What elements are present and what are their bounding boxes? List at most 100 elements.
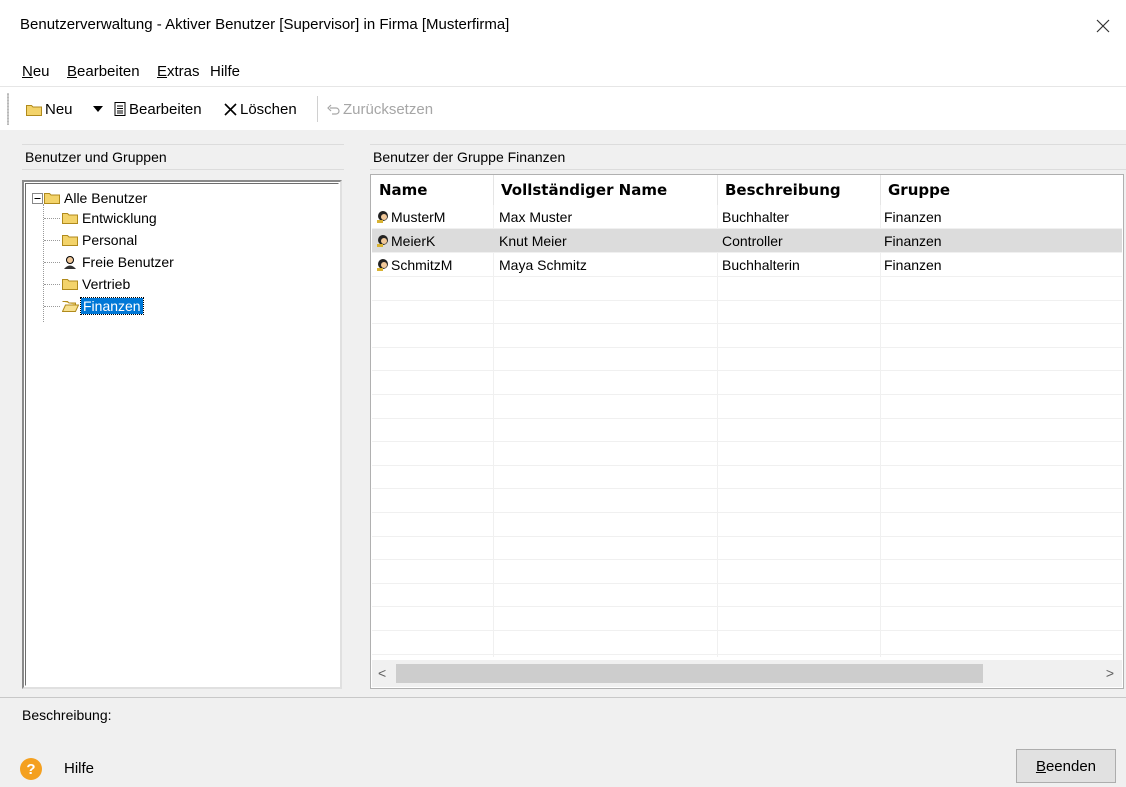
window-title: Benutzerverwaltung - Aktiver Benutzer [S… xyxy=(20,16,510,33)
menu-hilfe[interactable]: Hilfe xyxy=(210,63,240,80)
tree-branch-line xyxy=(44,283,60,285)
tree-node-freie-benutzer[interactable]: Freie Benutzer xyxy=(44,252,176,272)
tree-node-all-users[interactable]: Alle Benutzer xyxy=(32,188,149,208)
toolbar-grip[interactable] xyxy=(7,93,9,125)
cell-name: MusterM xyxy=(376,209,445,225)
empty-table-row xyxy=(372,513,1122,537)
menu-extras-label: xtras xyxy=(167,63,200,80)
title-bar: Benutzerverwaltung - Aktiver Benutzer [S… xyxy=(0,0,1126,52)
menu-bearbeiten-label: earbeiten xyxy=(77,63,140,80)
empty-table-row xyxy=(372,537,1122,561)
empty-table-row xyxy=(372,419,1122,443)
horizontal-scrollbar[interactable]: < > xyxy=(372,660,1122,687)
user-icon xyxy=(64,256,76,269)
tree-inner: Alle Benutzer Entwicklung Personal Freie… xyxy=(25,183,339,686)
empty-table-row xyxy=(372,489,1122,513)
tree-node-entwicklung-label: Entwicklung xyxy=(82,210,157,226)
scrollbar-thumb[interactable] xyxy=(396,664,983,683)
user-list[interactable]: Name Vollständiger Name Beschreibung Gru… xyxy=(370,174,1124,689)
tree-node-personal[interactable]: Personal xyxy=(44,230,139,250)
empty-table-row xyxy=(372,607,1122,631)
folder-icon xyxy=(62,279,78,290)
right-panel-header: Benutzer der Gruppe Finanzen xyxy=(370,144,1126,170)
description-label: Beschreibung: xyxy=(22,707,112,723)
cell-description: Buchhalterin xyxy=(722,257,800,273)
cell-group: Finanzen xyxy=(884,209,942,225)
column-header-description[interactable]: Beschreibung xyxy=(717,175,880,205)
edit-button[interactable]: Bearbeiten xyxy=(114,99,202,119)
cell-full-name: Knut Meier xyxy=(499,233,567,249)
menu-neu-mnemonic: N xyxy=(22,63,33,80)
reset-button-label: Zurücksetzen xyxy=(343,100,434,118)
tree-node-freie-benutzer-label: Freie Benutzer xyxy=(82,254,174,270)
delete-button-label: Löschen xyxy=(240,100,297,118)
cell-name-text: MusterM xyxy=(391,209,446,225)
menu-extras-mnemonic: E xyxy=(157,63,168,80)
cell-name: MeierK xyxy=(376,233,435,249)
tree-node-finanzen[interactable]: Finanzen xyxy=(44,296,144,316)
description-area xyxy=(0,697,1126,747)
help-icon[interactable]: ? xyxy=(20,758,42,780)
empty-table-row xyxy=(372,631,1122,655)
tree-node-finanzen-label: Finanzen xyxy=(80,297,144,315)
table-row[interactable]: SchmitzM Maya Schmitz Buchhalterin Finan… xyxy=(372,253,1122,277)
menu-neu-label: eu xyxy=(32,63,50,80)
document-icon xyxy=(114,102,126,116)
menu-bearbeiten-mnemonic: B xyxy=(67,63,78,80)
cell-name-text: MeierK xyxy=(391,233,436,249)
collapse-icon[interactable] xyxy=(32,192,43,204)
tree-node-vertrieb[interactable]: Vertrieb xyxy=(44,274,132,294)
tree-branch-line xyxy=(44,261,60,263)
group-tree[interactable]: Alle Benutzer Entwicklung Personal Freie… xyxy=(22,180,342,689)
close-window-button[interactable] xyxy=(1080,0,1126,52)
scroll-right-arrow[interactable]: > xyxy=(1106,665,1114,681)
folder-icon xyxy=(26,104,42,116)
help-link[interactable]: Hilfe xyxy=(64,760,94,777)
menu-extras[interactable]: Extras xyxy=(157,63,200,80)
empty-table-row xyxy=(372,301,1122,325)
reset-button[interactable]: Zurücksetzen xyxy=(327,99,433,119)
new-button-label: Neu xyxy=(45,100,73,118)
column-header-full-name[interactable]: Vollständiger Name xyxy=(493,175,717,205)
toolbar-separator xyxy=(317,96,318,122)
empty-table-row xyxy=(372,395,1122,419)
delete-button[interactable]: Löschen xyxy=(224,99,297,119)
tree-branch-line xyxy=(44,239,60,241)
close-button-mnemonic: B xyxy=(1035,757,1046,775)
cell-group: Finanzen xyxy=(884,233,942,249)
scroll-left-arrow[interactable]: < xyxy=(378,665,386,681)
user-icon xyxy=(377,235,388,247)
column-header-group[interactable]: Gruppe xyxy=(880,175,1120,205)
user-icon xyxy=(377,259,388,271)
column-header-name[interactable]: Name xyxy=(371,175,493,205)
edit-button-label: Bearbeiten xyxy=(129,100,202,118)
tree-node-entwicklung[interactable]: Entwicklung xyxy=(44,208,159,228)
table-row[interactable]: MeierK Knut Meier Controller Finanzen xyxy=(372,229,1122,253)
folder-icon xyxy=(62,213,78,224)
tree-node-all-users-label: Alle Benutzer xyxy=(64,190,148,206)
cell-name: SchmitzM xyxy=(376,257,452,273)
cell-full-name: Maya Schmitz xyxy=(499,257,587,273)
tree-node-personal-label: Personal xyxy=(82,232,138,248)
close-button-label: eenden xyxy=(1045,757,1097,775)
empty-table-row xyxy=(372,584,1122,608)
cell-description: Buchhalter xyxy=(722,209,789,225)
new-dropdown-button[interactable] xyxy=(93,99,103,119)
menu-neu[interactable]: Neu xyxy=(22,63,50,80)
new-button[interactable]: Neu xyxy=(26,99,73,119)
left-panel-header: Benutzer und Gruppen xyxy=(22,144,344,170)
close-button[interactable]: Beenden xyxy=(1016,749,1116,783)
cell-group: Finanzen xyxy=(884,257,942,273)
user-icon xyxy=(377,211,388,223)
cell-name-text: SchmitzM xyxy=(391,257,453,273)
table-row[interactable]: MusterM Max Muster Buchhalter Finanzen xyxy=(372,205,1122,229)
tree-branch-line xyxy=(44,217,60,219)
tree-node-vertrieb-label: Vertrieb xyxy=(82,276,131,292)
cell-description: Controller xyxy=(722,233,783,249)
empty-table-row xyxy=(372,442,1122,466)
tree-branch-line xyxy=(44,305,60,307)
empty-table-row xyxy=(372,371,1122,395)
menu-bearbeiten[interactable]: Bearbeiten xyxy=(67,63,140,80)
folder-icon xyxy=(44,193,60,204)
cell-full-name: Max Muster xyxy=(499,209,573,225)
